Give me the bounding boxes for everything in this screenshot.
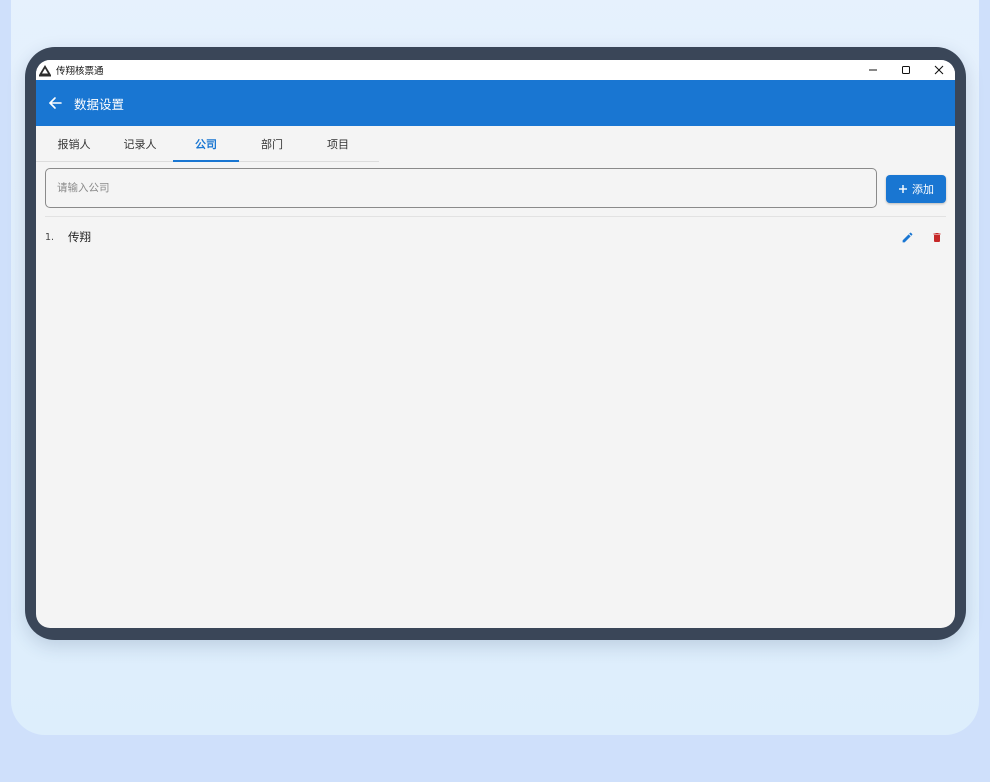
edit-button[interactable] — [898, 228, 916, 246]
add-button-label: 添加 — [912, 183, 934, 196]
close-icon — [934, 65, 943, 75]
window-title: 传翔核票通 — [56, 66, 104, 77]
close-button[interactable] — [922, 60, 955, 80]
page-title: 数据设置 — [74, 96, 125, 112]
divider — [45, 216, 946, 217]
tablet-frame: 传翔核票通 数据设置 报销人 记录人 公司 部门 项目 请输入公司 添加 1. … — [25, 47, 966, 640]
tab-department[interactable]: 部门 — [239, 126, 305, 161]
tab-company[interactable]: 公司 — [173, 126, 239, 162]
company-input[interactable] — [45, 168, 877, 208]
plus-icon — [899, 185, 907, 193]
tab-recorder[interactable]: 记录人 — [107, 126, 173, 161]
minimize-button[interactable] — [856, 60, 889, 80]
app-screen: 传翔核票通 数据设置 报销人 记录人 公司 部门 项目 请输入公司 添加 1. … — [36, 60, 955, 628]
item-index: 1. — [45, 231, 55, 243]
tab-reimburser[interactable]: 报销人 — [41, 126, 107, 161]
add-button[interactable]: 添加 — [886, 175, 946, 203]
window-titlebar: 传翔核票通 — [36, 60, 955, 80]
window-controls — [856, 60, 955, 80]
maximize-icon — [901, 66, 910, 74]
tab-project[interactable]: 项目 — [305, 126, 371, 161]
pencil-icon — [902, 232, 912, 242]
item-name: 传翔 — [68, 230, 91, 244]
back-button[interactable] — [45, 93, 65, 113]
arrow-left-icon — [49, 97, 62, 109]
tab-bar: 报销人 记录人 公司 部门 项目 — [36, 126, 379, 162]
minimize-icon — [868, 69, 877, 71]
app-bar: 数据设置 — [36, 80, 955, 126]
trash-icon — [933, 232, 941, 242]
item-actions — [898, 228, 946, 246]
app-logo-icon — [38, 63, 52, 77]
maximize-button[interactable] — [889, 60, 922, 80]
delete-button[interactable] — [928, 228, 946, 246]
list-item: 1. 传翔 — [45, 224, 946, 250]
